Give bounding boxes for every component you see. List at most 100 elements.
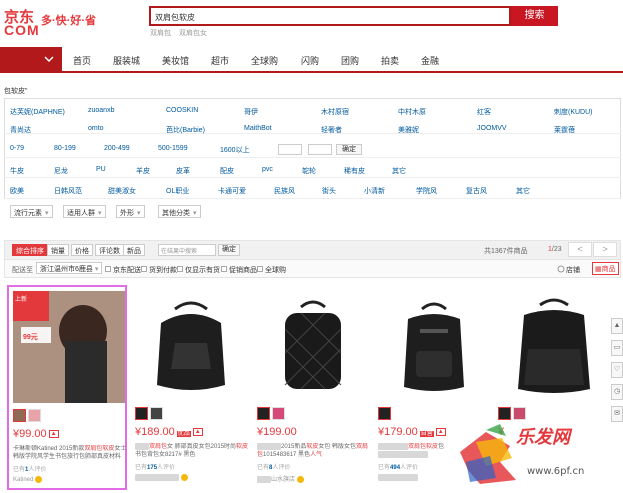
search-button[interactable]: 搜索 — [511, 6, 558, 26]
brand-option[interactable]: omto — [88, 125, 104, 132]
deliver-area-select[interactable]: 浙江温州市6鹿县 ▾ — [36, 262, 103, 274]
product-image[interactable] — [13, 291, 125, 403]
product-shop[interactable] — [378, 474, 418, 481]
side-tool-history[interactable]: ◷ — [611, 384, 623, 400]
brand-option[interactable]: 达芙妮(DAPHNE) — [10, 107, 65, 117]
color-thumb[interactable] — [28, 409, 41, 422]
style-option[interactable]: OL职业 — [166, 186, 189, 196]
brand-option[interactable]: 红客 — [477, 107, 491, 117]
style-option[interactable]: 卡通可爱 — [218, 186, 246, 196]
style-option[interactable]: 小清新 — [364, 186, 385, 196]
prev-page-button[interactable]: < — [568, 242, 592, 257]
brand-option[interactable]: 中村木原 — [398, 107, 426, 117]
dropdown-target-group[interactable]: 适用人群 ▾ — [63, 205, 106, 218]
jd-logo-en[interactable]: COM — [4, 22, 40, 38]
material-option[interactable]: 稀有皮 — [344, 166, 365, 176]
product-image[interactable] — [257, 289, 369, 401]
price-option[interactable]: 1600以上 — [220, 145, 250, 155]
search-in-results-button[interactable]: 确定 — [218, 244, 240, 256]
checkbox-promo[interactable] — [221, 266, 227, 272]
price-max-input[interactable] — [308, 144, 332, 155]
price-option[interactable]: 200-499 — [104, 145, 130, 152]
product-shop[interactable]: 山水旗店 — [257, 474, 305, 483]
product-image[interactable] — [378, 289, 490, 401]
product-shop[interactable]: Katined — [13, 476, 43, 483]
brand-option[interactable]: JOOMVV — [477, 125, 507, 132]
sort-default-button[interactable]: 综合排序 — [12, 244, 48, 256]
product-image[interactable] — [498, 289, 610, 401]
color-thumb[interactable] — [13, 409, 26, 422]
dropdown-shape[interactable]: 外形 ▾ — [116, 205, 145, 218]
brand-option[interactable]: zuoanxb — [88, 107, 114, 114]
style-option[interactable]: 欧美 — [10, 186, 24, 196]
material-option[interactable]: 鸵轮 — [302, 166, 316, 176]
product-card[interactable]: ¥199.00 2015新品软皮女包 韩版女包双肩包1015483617 黑色人… — [253, 285, 373, 490]
brand-option[interactable]: MaithBot — [244, 125, 272, 132]
material-option[interactable]: 配皮 — [220, 166, 234, 176]
style-option[interactable]: 街头 — [322, 186, 336, 196]
search-in-results-input[interactable]: 在结果中搜索 — [158, 244, 216, 256]
price-option[interactable]: 0-79 — [10, 145, 24, 152]
style-option[interactable]: 日韩风范 — [54, 186, 82, 196]
color-thumb[interactable] — [498, 407, 511, 420]
nav-item-auction[interactable]: 拍卖 — [381, 54, 399, 67]
brand-option[interactable]: 哥伊 — [244, 107, 258, 117]
hot-word[interactable]: 双肩包女 — [179, 30, 207, 37]
checkbox-cod[interactable] — [141, 266, 147, 272]
view-goods-toggle[interactable]: ▦商品 — [592, 262, 619, 275]
side-tool-follow[interactable]: ♡ — [611, 362, 623, 378]
price-confirm-button[interactable]: 确定 — [336, 144, 362, 155]
price-option[interactable]: 80-199 — [54, 145, 76, 152]
color-thumb[interactable] — [150, 407, 163, 420]
style-option[interactable]: 复古风 — [466, 186, 487, 196]
product-shop[interactable] — [135, 474, 188, 481]
brand-option[interactable]: 轻奢者 — [321, 125, 342, 135]
nav-item-global[interactable]: 全球购 — [251, 54, 278, 67]
material-option[interactable]: 尼龙 — [54, 166, 68, 176]
material-option[interactable]: 羊皮 — [136, 166, 150, 176]
side-tool-back-top[interactable]: ▲ — [611, 318, 623, 334]
nav-item-finance[interactable]: 金融 — [421, 54, 439, 67]
material-option[interactable]: 牛皮 — [10, 166, 24, 176]
style-option[interactable]: 甜美淑女 — [108, 186, 136, 196]
checkbox-jd-delivery[interactable] — [105, 266, 111, 272]
brand-option[interactable]: 刺度(KUDU) — [554, 107, 593, 117]
material-option[interactable]: PU — [96, 166, 106, 173]
style-option[interactable]: 民族风 — [274, 186, 295, 196]
price-min-input[interactable] — [278, 144, 302, 155]
nav-item-group[interactable]: 团购 — [341, 54, 359, 67]
product-title[interactable]: 双肩包女 肺部真皮女包2015时尚软皮书包背包女8217# 黑色 — [135, 443, 251, 459]
nav-item-supermarket[interactable]: 超市 — [211, 54, 229, 67]
color-thumb[interactable] — [272, 407, 285, 420]
dropdown-other-category[interactable]: 其他分类 ▾ — [158, 205, 201, 218]
checkbox-in-stock[interactable] — [177, 266, 183, 272]
product-card[interactable]: ¥189.00 优品 ▲ 双肩包女 肺部真皮女包2015时尚软皮书包背包女8217#… — [131, 285, 251, 490]
nav-item-clothing[interactable]: 服装城 — [113, 54, 140, 67]
color-thumb[interactable] — [378, 407, 391, 420]
side-tool-cart[interactable]: ▭ — [611, 340, 623, 356]
material-option[interactable]: 皮革 — [176, 166, 190, 176]
color-thumb[interactable] — [513, 407, 526, 420]
sort-sales-button[interactable]: 销量 — [47, 244, 69, 256]
nav-item-flash[interactable]: 闪购 — [301, 54, 319, 67]
material-option[interactable]: pvc — [262, 166, 273, 173]
brand-option[interactable]: COOSKIN — [166, 107, 198, 114]
sort-new-button[interactable]: 新品 — [123, 244, 145, 256]
dropdown-popular-elements[interactable]: 流行元素 ▾ — [10, 205, 53, 218]
product-title[interactable]: 卡琳斯顿Katined 2015新款双肩包软皮女士韩版学院风学生书包旅行包肺部真… — [13, 445, 129, 461]
next-page-button[interactable]: > — [593, 242, 617, 257]
brand-option[interactable]: 木村原宿 — [321, 107, 349, 117]
product-title[interactable]: 2015新品软皮女包 韩版女包双肩包1015483617 黑色人气 — [257, 443, 373, 459]
brand-option[interactable]: 美雅妮 — [398, 125, 419, 135]
side-tool-service[interactable]: ✉ — [611, 406, 623, 422]
style-option[interactable]: 学院风 — [416, 186, 437, 196]
checkbox-global[interactable] — [257, 266, 263, 272]
color-thumb[interactable] — [135, 407, 148, 420]
color-thumb[interactable] — [257, 407, 270, 420]
sort-comments-button[interactable]: 评论数 — [95, 244, 124, 256]
material-option[interactable]: 其它 — [392, 166, 406, 176]
product-image[interactable] — [135, 289, 247, 401]
brand-option[interactable]: 青尚达 — [10, 125, 31, 135]
price-option[interactable]: 500-1599 — [158, 145, 188, 152]
search-input[interactable]: 双肩包软皮 — [149, 6, 511, 26]
